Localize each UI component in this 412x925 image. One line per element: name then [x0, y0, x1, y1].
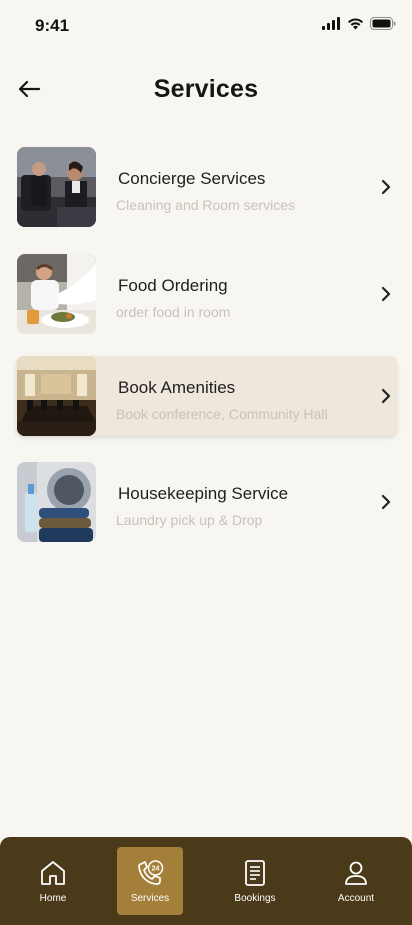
service-item-book-amenities[interactable]: Book Amenities Book conference, Communit… — [16, 356, 397, 436]
nav-home[interactable]: Home — [20, 847, 86, 915]
service-subtitle: Laundry pick up & Drop — [116, 512, 263, 528]
chevron-right-icon — [381, 388, 391, 404]
food-photo — [17, 254, 96, 334]
header: Services — [0, 66, 412, 116]
service-item-concierge[interactable]: Concierge Services Cleaning and Room ser… — [16, 147, 397, 227]
service-title: Food Ordering — [118, 276, 228, 295]
page-title: Services — [153, 75, 259, 103]
document-icon — [245, 860, 265, 886]
svg-text:24: 24 — [152, 866, 160, 873]
nav-account[interactable]: Account — [323, 847, 389, 915]
nav-label: Bookings — [234, 893, 276, 904]
home-icon — [41, 861, 65, 885]
signal-icon — [322, 17, 340, 30]
service-title: Housekeeping Service — [118, 484, 289, 503]
bottom-nav: Home 24 Services Bookings Account — [0, 837, 412, 925]
chevron-right-icon — [381, 179, 391, 195]
service-subtitle: Cleaning and Room services — [116, 197, 295, 213]
service-title: Concierge Services — [118, 169, 266, 188]
conference-room-photo — [17, 356, 96, 436]
status-bar: 9:41 — [0, 0, 412, 50]
service-item-food-ordering[interactable]: Food Ordering order food in room — [16, 254, 397, 334]
status-icons — [322, 17, 396, 30]
laundry-photo — [17, 462, 96, 542]
service-subtitle: order food in room — [116, 304, 231, 320]
chevron-right-icon — [381, 286, 391, 302]
battery-icon — [370, 17, 396, 30]
nav-bookings[interactable]: Bookings — [222, 847, 288, 915]
nav-label: Home — [39, 893, 67, 904]
service-item-housekeeping[interactable]: Housekeeping Service Laundry pick up & D… — [16, 462, 397, 542]
service-title: Book Amenities — [118, 378, 236, 397]
service-subtitle: Book conference, Community Hall — [116, 406, 328, 422]
wifi-icon — [348, 18, 363, 30]
concierge-photo — [17, 147, 96, 227]
phone-24-icon: 24 — [138, 860, 164, 885]
nav-label: Account — [337, 893, 375, 904]
status-time: 9:41 — [35, 16, 70, 35]
nav-services[interactable]: 24 Services — [117, 847, 183, 915]
chevron-right-icon — [381, 494, 391, 510]
nav-label: Services — [130, 893, 170, 904]
user-icon — [345, 861, 367, 885]
